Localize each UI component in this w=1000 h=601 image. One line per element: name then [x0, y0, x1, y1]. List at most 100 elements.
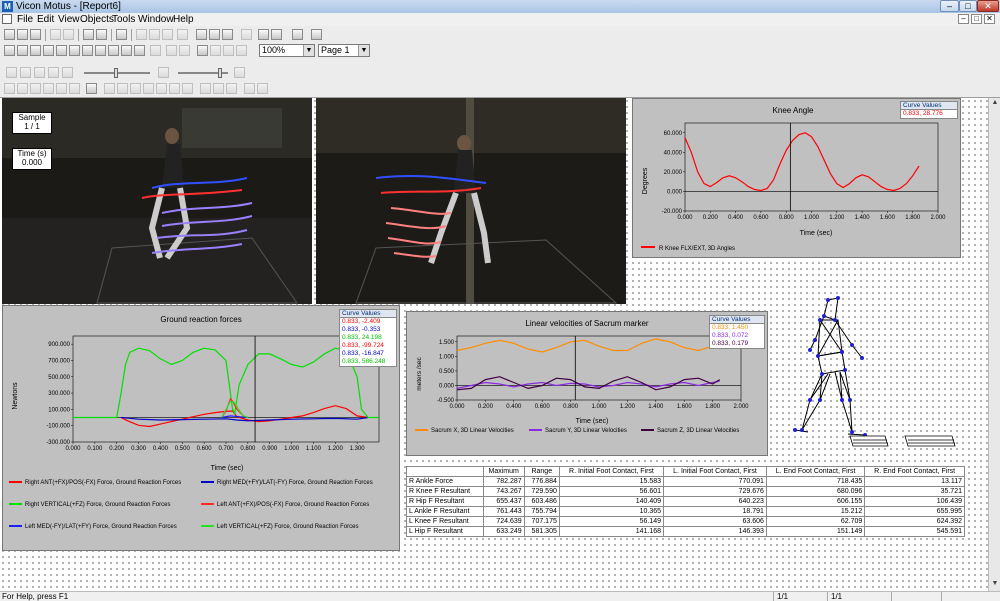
- chevron-down-icon[interactable]: ▼: [303, 45, 314, 56]
- arrange-icon[interactable]: [226, 83, 237, 94]
- zoom-combo[interactable]: 100% ▼: [259, 44, 315, 57]
- flag-icon[interactable]: [311, 29, 322, 40]
- chevron-down-icon[interactable]: ▼: [358, 45, 369, 56]
- video-frame-left[interactable]: Sample 1 / 1 Time (s) 0.000: [2, 98, 312, 304]
- ungroup-icon[interactable]: [179, 45, 190, 56]
- same-height-icon[interactable]: [117, 83, 128, 94]
- group-icon[interactable]: [166, 45, 177, 56]
- grid-icon[interactable]: [241, 29, 252, 40]
- table-row[interactable]: R Hip F Resultant 655.437 603.486 140.409 64…: [406, 496, 965, 507]
- space-across-icon[interactable]: [143, 83, 154, 94]
- table-row[interactable]: R Ankle Force 782.287 776.884 15.583 770.091…: [406, 476, 965, 487]
- cut-icon[interactable]: [50, 29, 61, 40]
- fast-rabbit-icon[interactable]: [234, 67, 245, 78]
- zoom-icon[interactable]: [116, 29, 127, 40]
- document-icon[interactable]: [2, 14, 12, 24]
- paste-special-icon[interactable]: [162, 29, 173, 40]
- speed-slider-thumb[interactable]: [218, 68, 222, 78]
- report-icon[interactable]: [4, 45, 15, 56]
- table-row[interactable]: L Knee F Resultant 724.639 707.175 56.149 63…: [406, 516, 965, 527]
- paste-icon[interactable]: [149, 29, 160, 40]
- first-frame-icon[interactable]: [6, 67, 17, 78]
- filter-icon[interactable]: [209, 29, 220, 40]
- align-top-icon[interactable]: [43, 83, 54, 94]
- text-h-icon[interactable]: [108, 45, 119, 56]
- center-v-icon[interactable]: [182, 83, 193, 94]
- metrics-table[interactable]: Maximum Range R. Initial Foot Contact, Fir…: [406, 466, 965, 537]
- grid-snap-icon[interactable]: [257, 83, 268, 94]
- text-icon[interactable]: [30, 45, 41, 56]
- menu-file[interactable]: File: [17, 13, 33, 26]
- chart-icon[interactable]: [17, 45, 28, 56]
- save-disk-icon[interactable]: [30, 29, 41, 40]
- figure-icon[interactable]: [82, 45, 93, 56]
- video-frame-right[interactable]: [316, 98, 626, 304]
- mdi-minimize-button[interactable]: –: [958, 14, 969, 24]
- slow-turtle-icon[interactable]: [158, 67, 169, 78]
- align-left-icon[interactable]: [4, 83, 15, 94]
- monitor-icon[interactable]: [69, 45, 80, 56]
- space-down-icon[interactable]: [156, 83, 167, 94]
- clock-icon[interactable]: [121, 45, 132, 56]
- page-combo[interactable]: Page 1 ▼: [318, 44, 370, 57]
- copy-icon[interactable]: [63, 29, 74, 40]
- table-row[interactable]: L Ankle F Resultant 761.443 755.794 10.365 1…: [406, 506, 965, 517]
- table-icon[interactable]: [292, 29, 303, 40]
- insert-icon[interactable]: [177, 29, 188, 40]
- curve-fit-icon[interactable]: [222, 29, 233, 40]
- grf-panel[interactable]: Ground reaction forces Time (sec) Newton…: [2, 305, 400, 551]
- gear-icon[interactable]: [134, 45, 145, 56]
- skeleton-model[interactable]: [780, 290, 960, 452]
- select-frame-icon[interactable]: [86, 83, 97, 94]
- align-center-icon[interactable]: [17, 83, 28, 94]
- align-right-icon[interactable]: [30, 83, 41, 94]
- same-size-icon[interactable]: [130, 83, 141, 94]
- step-forward-icon[interactable]: [48, 67, 59, 78]
- same-width-icon[interactable]: [104, 83, 115, 94]
- layout-icon[interactable]: [271, 29, 282, 40]
- menu-help[interactable]: Help: [173, 13, 194, 26]
- open-folder-icon[interactable]: [17, 29, 28, 40]
- mdi-close-button[interactable]: ✕: [984, 14, 995, 24]
- maximize-button[interactable]: □: [959, 0, 977, 12]
- scroll-down-icon[interactable]: ▼: [990, 579, 1000, 589]
- vertical-scrollbar[interactable]: ▲ ▼: [988, 98, 1000, 591]
- step-back-icon[interactable]: [34, 67, 45, 78]
- table-row[interactable]: R Knee F Resultant 743.267 729.590 56.601 72…: [406, 486, 965, 497]
- close-button[interactable]: ✕: [977, 0, 999, 12]
- resize-icon[interactable]: [150, 45, 161, 56]
- snap-icon[interactable]: [244, 83, 255, 94]
- pointer-icon[interactable]: [197, 45, 208, 56]
- frame-icon[interactable]: [236, 45, 247, 56]
- menu-edit[interactable]: Edit: [37, 13, 54, 26]
- minimize-button[interactable]: –: [940, 0, 959, 12]
- frame-slider-thumb[interactable]: [114, 68, 118, 78]
- menu-tools[interactable]: Tools: [112, 13, 135, 26]
- align-bottom-icon[interactable]: [69, 83, 80, 94]
- move-icon[interactable]: [210, 45, 221, 56]
- bring-front-icon[interactable]: [200, 83, 211, 94]
- image-icon[interactable]: [43, 45, 54, 56]
- menu-objects[interactable]: Objects: [80, 13, 114, 26]
- print-preview-icon[interactable]: [96, 29, 107, 40]
- sacrum-panel[interactable]: Linear velocities of Sacrum marker Time …: [406, 311, 768, 456]
- undo-icon[interactable]: [136, 29, 147, 40]
- knee-angle-panel[interactable]: Knee Angle Time (sec) Degrees 0.000 0.200…: [632, 98, 961, 258]
- sum-icon[interactable]: [196, 29, 207, 40]
- menu-view[interactable]: View: [58, 13, 80, 26]
- mdi-restore-button[interactable]: □: [971, 14, 982, 24]
- spreadsheet-icon[interactable]: [95, 45, 106, 56]
- last-frame-icon[interactable]: [62, 67, 73, 78]
- menu-window[interactable]: Window: [138, 13, 174, 26]
- send-back-icon[interactable]: [213, 83, 224, 94]
- window-icon[interactable]: [258, 29, 269, 40]
- new-file-icon[interactable]: [4, 29, 15, 40]
- scroll-up-icon[interactable]: ▲: [990, 98, 1000, 108]
- table-row[interactable]: L Hip F Resultant 633.249 581.305 141.168 14…: [406, 526, 965, 537]
- align-middle-icon[interactable]: [56, 83, 67, 94]
- video-icon[interactable]: [56, 45, 67, 56]
- print-icon[interactable]: [83, 29, 94, 40]
- play-reverse-icon[interactable]: [20, 67, 31, 78]
- rotate-icon[interactable]: [223, 45, 234, 56]
- center-h-icon[interactable]: [169, 83, 180, 94]
